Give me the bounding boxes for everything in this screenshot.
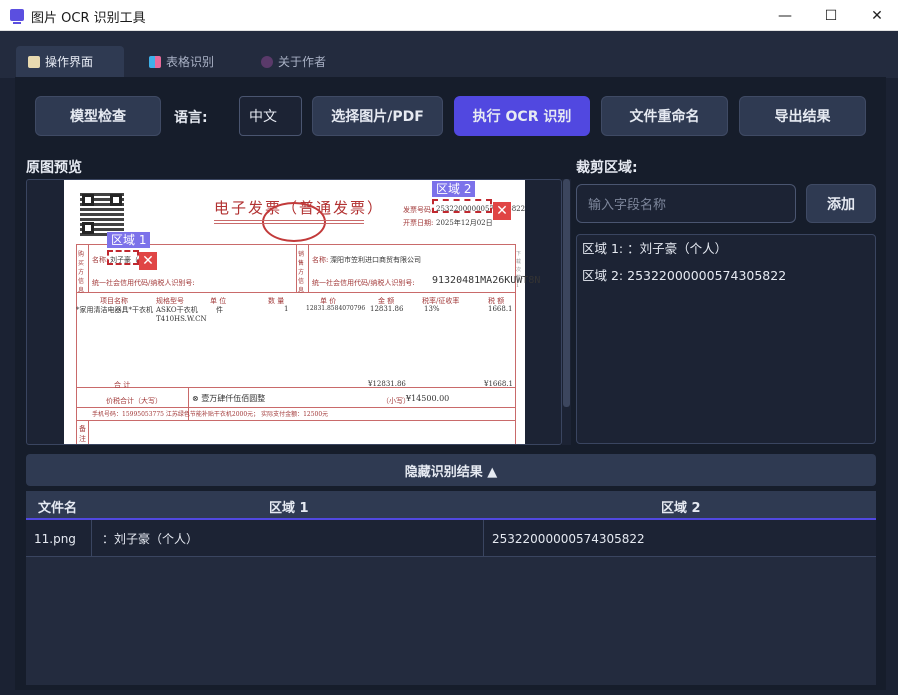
title-bar: 图片 OCR 识别工具 — ☐ ✕ <box>0 0 898 31</box>
grid-line <box>308 244 309 292</box>
invoice-no-label: 发票号码: <box>403 206 434 214</box>
tab-label: 表格识别 <box>166 55 215 69</box>
tab-bar: 操作界面 表格识别 关于作者 <box>0 31 898 78</box>
main-panel: 模型检查 语言: 中文 选择图片/PDF 执行 OCR 识别 文件重命名 导出结… <box>15 77 886 690</box>
region-list[interactable]: 区域 1: ：刘子豪（个人） 区域 2: 2532200000057430582… <box>576 234 876 444</box>
close-window-button[interactable]: ✕ <box>854 0 898 31</box>
toggle-results-button[interactable]: 隐藏识别结果 ▲ <box>26 454 876 486</box>
field-name-input[interactable]: 输入字段名称 <box>576 184 796 223</box>
crop-area-label: 裁剪区域: <box>576 160 638 176</box>
table-icon <box>149 55 161 68</box>
app-window: 图片 OCR 识别工具 — ☐ ✕ 操作界面 表格识别 关于作者 模型检查 语言… <box>0 0 898 695</box>
grand-total-upper-text: 壹万肆仟伍佰圆整 <box>201 394 266 403</box>
export-results-button[interactable]: 导出结果 <box>739 96 866 136</box>
maximize-button[interactable]: ☐ <box>808 0 854 31</box>
item-qty: 1 <box>284 305 289 313</box>
tab-table[interactable]: 表格识别 <box>137 46 237 77</box>
person-icon <box>261 55 273 68</box>
qr-code <box>80 192 124 236</box>
total-label: 合 计 <box>114 381 131 389</box>
table-header: 文件名 区域 1 区域 2 <box>26 491 876 520</box>
grid-line <box>88 420 89 444</box>
model-check-button[interactable]: 模型检查 <box>35 96 161 136</box>
invoice-date-label: 开票日期: <box>403 219 434 227</box>
total-amount: ¥12831.86 <box>368 380 406 388</box>
window-title: 图片 OCR 识别工具 <box>31 11 146 26</box>
scrollbar-thumb[interactable] <box>563 179 570 407</box>
preview-scrollbar[interactable] <box>562 179 571 445</box>
invoice-image: 电子发票（普通发票） 发票号码: 25322000000574305822 开票… <box>64 180 540 444</box>
cell-region-2[interactable]: 25322000000574305822 <box>484 520 876 557</box>
total-tax: ¥1668.1 <box>484 380 513 388</box>
invoice-stamp <box>262 202 326 242</box>
table-row[interactable]: 11.png ：刘子豪（个人） 25322000000574305822 <box>26 520 876 557</box>
tab-label: 关于作者 <box>278 55 327 69</box>
select-file-button[interactable]: 选择图片/PDF <box>312 96 443 136</box>
header-region-1[interactable]: 区域 1 <box>269 497 309 516</box>
grand-total-small: ¥14500.00 <box>406 394 450 403</box>
language-select[interactable]: 中文 <box>239 96 302 136</box>
minimize-button[interactable]: — <box>762 0 808 31</box>
results-table: 文件名 区域 1 区域 2 11.png ：刘子豪（个人） 2532200000… <box>26 491 876 685</box>
grid-line <box>76 407 516 408</box>
cell-region-1[interactable]: ：刘子豪（个人） <box>92 520 484 557</box>
preview-label: 原图预览 <box>26 160 82 176</box>
region-2-tag: 区域 2 <box>432 181 476 197</box>
grid-line <box>88 244 89 292</box>
seller-name-label: 名称: <box>312 256 329 264</box>
grand-total-upper: ⊗ 壹万肆仟伍佰圆整 <box>192 394 266 403</box>
tab-operation[interactable]: 操作界面 <box>16 46 124 77</box>
item-spec: ASKO干衣机 <box>156 306 198 314</box>
item-rate: 13% <box>424 305 440 313</box>
minimize-icon: — <box>778 7 792 24</box>
buyer-side-label: 购买方信息 <box>78 251 85 294</box>
item-name: *家用清洁电器具*干衣机 <box>76 306 153 314</box>
title-underline-2 <box>214 223 364 224</box>
item-spec-2: T410HS.W.CN <box>156 315 207 323</box>
buyer-name-label: 名称: <box>92 256 109 264</box>
grand-total-label: 价税合计（大写） <box>106 397 162 405</box>
image-preview[interactable]: 电子发票（普通发票） 发票号码: 25322000000574305822 开票… <box>26 179 562 445</box>
run-ocr-button[interactable]: 执行 OCR 识别 <box>454 96 590 136</box>
tab-about[interactable]: 关于作者 <box>249 46 349 77</box>
clipboard-icon <box>28 55 40 68</box>
seller-side-label: 销售方信息 <box>298 251 305 294</box>
cell-filename[interactable]: 11.png <box>26 520 92 557</box>
seller-tax-label: 统一社会信用代码/纳税人识别号: <box>312 279 415 287</box>
item-unit: 件 <box>216 306 223 314</box>
remark-label: 备注 <box>79 425 86 443</box>
grid-line <box>76 420 516 421</box>
region-list-item[interactable]: 区域 2: 25322000000574305822 <box>582 268 870 295</box>
region-2-box[interactable] <box>432 199 492 213</box>
seller-name-value: 溧阳市笠利进口商贸有限公司 <box>330 256 421 264</box>
tab-label: 操作界面 <box>45 55 94 69</box>
item-amount: 12831.86 <box>370 305 404 313</box>
item-price: 12831.8584070796 <box>306 305 366 312</box>
maximize-icon: ☐ <box>824 7 838 24</box>
invoice-date-value: 2025年12月02日 <box>436 219 493 227</box>
add-field-button[interactable]: 添加 <box>806 184 876 223</box>
buyer-tax-label: 统一社会信用代码/纳税人识别号: <box>92 279 195 287</box>
side-note: 下载次数：1 <box>516 251 527 289</box>
header-region-2[interactable]: 区域 2 <box>661 497 701 516</box>
language-label: 语言: <box>174 110 208 126</box>
app-logo-icon <box>10 9 24 24</box>
rename-files-button[interactable]: 文件重命名 <box>601 96 728 136</box>
title-underline <box>214 220 364 221</box>
grid-line <box>296 244 297 292</box>
grid-line <box>76 292 516 293</box>
close-icon: ✕ <box>871 7 883 24</box>
region-2-delete-icon[interactable]: ✕ <box>493 202 511 220</box>
region-1-box[interactable] <box>107 250 139 265</box>
col-qty: 数 量 <box>268 297 285 305</box>
item-tax: 1668.1 <box>488 305 513 313</box>
grid-line <box>76 387 516 388</box>
region-1-tag: 区域 1 <box>107 232 151 248</box>
header-filename[interactable]: 文件名 <box>38 497 77 516</box>
remark-text: 手机号码：15995053775 江苏绿色节能补贴干衣机2000元； 实际支付金… <box>92 411 329 418</box>
region-list-item[interactable]: 区域 1: ：刘子豪（个人） <box>582 241 870 268</box>
region-1-delete-icon[interactable]: ✕ <box>139 252 157 270</box>
